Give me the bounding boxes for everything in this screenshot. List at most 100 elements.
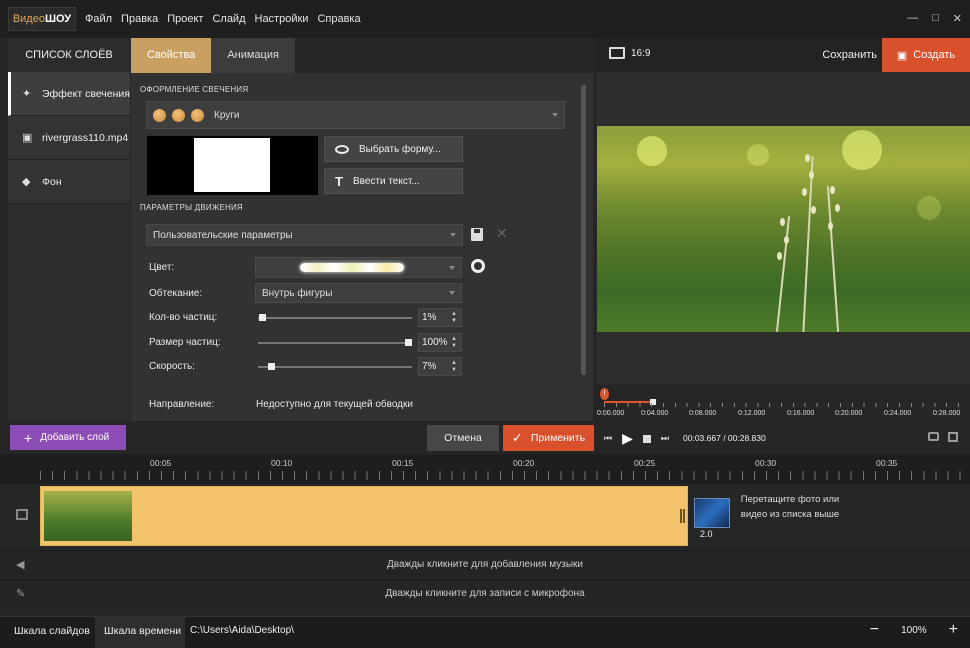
choose-shape-button[interactable]: Выбрать форму... [324,136,463,162]
timeline-mark: 00:20 [513,458,535,468]
zoom-out-button[interactable]: − [870,621,879,639]
add-layer-button[interactable]: + Добавить слой [10,425,126,450]
fullscreen-icon[interactable] [948,432,958,442]
menu-file[interactable]: Файл [85,13,112,25]
video-track-icon [16,509,28,520]
spin-arrows-icon[interactable]: ▲ ▼ [451,311,457,325]
count-spinbox[interactable]: 1% ▲ ▼ [418,308,462,327]
skip-forward-icon[interactable]: ⏭ [661,433,669,444]
slider-knob[interactable] [405,339,412,346]
app-window: Видео ШОУ Файл Правка Проект Слайд Настро… [0,0,970,648]
grass-seed [780,218,785,226]
microphone-track[interactable]: ✎ Дважды кликните для записи с микрофона [0,579,970,607]
speed-value: 7% [422,361,437,372]
size-slider[interactable] [258,339,412,346]
skip-back-icon[interactable]: ⏮ [604,433,612,444]
color-dropdown[interactable] [255,257,462,278]
properties-tabs: Свойства Анимация [131,38,295,78]
grass-seed [784,236,789,244]
menu-settings[interactable]: Настройки [255,13,309,25]
size-spinbox[interactable]: 100% ▲ ▼ [418,333,462,352]
layers-title: СПИСОК СЛОЁВ [8,38,130,72]
size-value: 100% [422,337,448,348]
layer-item-video[interactable]: ▣ rivergrass110.mp4 [8,116,130,160]
ruler-label: 0:16.000 [787,410,815,417]
preview-ruler[interactable]: ! 0:00.000 0:04.000 0:08.000 0:12.000 0:… [597,386,970,424]
snapshot-icon[interactable] [928,432,939,441]
aspect-ratio-button[interactable]: 16:9 [609,47,650,59]
gear-icon[interactable] [471,259,485,273]
ruler-label: 0:24.000 [884,410,912,417]
timeline-clip[interactable] [40,486,688,546]
create-label: Создать [913,49,956,61]
menu-edit[interactable]: Правка [121,13,158,25]
delete-preset-icon[interactable]: ✕ [496,225,508,242]
play-icon[interactable]: ▶ [622,430,633,447]
music-track[interactable]: ◀ Дважды кликните для добавления музыки [0,550,970,578]
close-button[interactable]: ✕ [953,12,962,25]
direction-value: Недоступно для текущей обводки [256,399,413,410]
preset-dropdown[interactable]: Пользовательские параметры [146,224,463,246]
create-button[interactable]: ▣ Создать [882,38,970,72]
shape-dropdown[interactable]: Круги [146,101,565,129]
color-swatch [300,263,404,272]
zoom-in-button[interactable]: + [949,621,958,639]
chevron-down-icon [449,291,455,295]
enter-text-button[interactable]: T Ввести текст... [324,168,463,194]
ruler-ticks [604,403,959,407]
minimize-button[interactable]: — [907,12,918,25]
menu-slide[interactable]: Слайд [212,13,245,25]
layer-item-background[interactable]: ◆ Фон [8,160,130,204]
video-preview [597,72,970,384]
time-current: 00:03.667 [683,433,721,443]
motion-section-title: ПАРАМЕТРЫ ДВИЖЕНИЯ [140,203,243,212]
film-icon: ▣ [22,131,33,144]
project-path: C:\Users\Aida\Desktop\ [190,625,294,636]
slider-knob[interactable] [259,314,267,321]
ruler-label: 0:28.000 [933,410,961,417]
bokeh-light [917,196,941,220]
count-slider[interactable] [258,314,412,321]
maximize-button[interactable]: □ [932,12,939,25]
menu-project[interactable]: Проект [167,13,203,25]
transport-controls: ⏮ ▶ ⏭ [604,430,669,447]
apply-button[interactable]: ✓ Применить [503,425,594,451]
layer-item-glow[interactable]: ✦ Эффект свечения [8,72,130,116]
timeline-ruler[interactable]: 00:05 00:10 00:15 00:20 00:25 00:30 00:3… [0,454,970,484]
preview-header: 16:9 Сохранить ▣ Создать [597,38,970,72]
direction-label: Направление: [149,399,215,410]
speed-slider[interactable] [258,363,412,370]
text-icon: T [335,173,343,189]
grass-seed [777,252,782,260]
spin-arrows-icon[interactable]: ▲ ▼ [451,336,457,350]
tab-animation[interactable]: Анимация [211,38,295,73]
layer-label: Фон [42,175,62,188]
slider-knob[interactable] [268,363,276,370]
cancel-button[interactable]: Отмена [427,425,499,451]
video-frame [597,126,970,332]
tab-timeline-view[interactable]: Шкала времени [104,625,181,637]
stop-icon[interactable] [642,434,651,443]
clip-thumbnail [44,491,132,541]
wrap-dropdown[interactable]: Внутрь фигуры [255,283,462,303]
tab-properties[interactable]: Свойства [131,38,212,78]
playhead-marker[interactable]: ! [600,388,609,400]
spin-arrows-icon[interactable]: ▲ ▼ [451,360,457,374]
save-preset-icon[interactable] [471,228,483,241]
tab-slide-view[interactable]: Шкала слайдов [14,625,90,637]
bokeh-light [842,130,882,170]
transition-thumbnail[interactable] [694,498,730,528]
properties-scrollbar[interactable] [581,85,586,375]
speed-spinbox[interactable]: 7% ▲ ▼ [418,357,462,376]
menu-help[interactable]: Справка [317,13,360,25]
app-logo: Видео ШОУ [8,7,76,31]
clip-resize-handle[interactable] [680,509,685,523]
apply-label: Применить [530,432,586,444]
ruler-label: 0:04.000 [641,410,669,417]
grass-seed [811,206,816,214]
shape-preview-rect [194,138,270,192]
grass-seed [828,222,833,230]
chevron-down-icon [552,113,558,117]
timeline-mark: 00:35 [876,458,898,468]
save-button[interactable]: Сохранить [822,49,877,61]
